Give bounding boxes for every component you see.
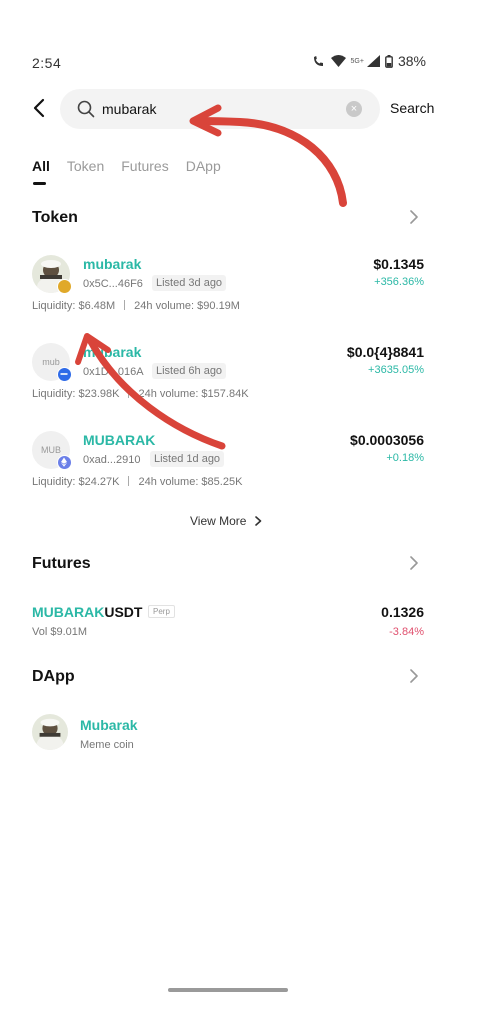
token-change: +0.18%: [386, 452, 424, 464]
futures-section-title: Futures: [32, 555, 91, 572]
view-more-button[interactable]: View More: [190, 514, 263, 528]
search-icon: [77, 100, 95, 118]
view-more-label: View More: [190, 514, 247, 528]
futures-change: -3.84%: [389, 626, 424, 638]
clear-icon[interactable]: ×: [346, 101, 362, 117]
ethereum-badge-icon: [57, 455, 72, 470]
token-liquidity: Liquidity: $6.48M: [32, 300, 116, 312]
tab-all[interactable]: All: [32, 158, 50, 185]
token-volume: 24h volume: $85.25K: [138, 476, 243, 488]
listed-badge: Listed 1d ago: [150, 451, 225, 467]
tab-dapp[interactable]: DApp: [186, 158, 221, 174]
token-price: $0.1345: [373, 256, 424, 272]
listed-badge: Listed 3d ago: [152, 275, 227, 291]
chain-badge-icon: [57, 367, 72, 382]
status-bar: 2:54 5G+ 38%: [0, 0, 484, 71]
token-stats: Liquidity: $23.98K 24h volume: $157.84K: [32, 388, 249, 400]
tab-futures[interactable]: Futures: [121, 158, 168, 174]
futures-pair-quote: USDT: [104, 604, 143, 620]
token-change: +356.36%: [374, 276, 424, 288]
perp-tag: Perp: [148, 605, 175, 618]
chevron-right-icon[interactable]: [408, 669, 420, 683]
status-icons: 5G+ 38%: [312, 53, 426, 69]
signal-icon: [366, 55, 380, 67]
dapp-name: Mubarak: [80, 717, 138, 733]
token-stats: Liquidity: $6.48M 24h volume: $90.19M: [32, 300, 240, 312]
token-row[interactable]: mub mubarak 0x1D...016A Listed 6h ago Li…: [0, 343, 484, 423]
token-row[interactable]: mubarak 0x5C...46F6 Listed 3d ago Liquid…: [0, 255, 484, 335]
token-name: MUBARAK: [83, 432, 156, 448]
futures-row[interactable]: MUBARAKUSDT Perp Vol $9.01M 0.1326 -3.84…: [0, 602, 484, 644]
token-stats: Liquidity: $24.27K 24h volume: $85.25K: [32, 476, 242, 488]
token-address: 0xad...2910: [83, 454, 141, 466]
category-tabs: All Token Futures DApp: [32, 158, 221, 185]
dapp-avatar: [32, 714, 68, 750]
search-input[interactable]: [102, 89, 332, 129]
token-liquidity: Liquidity: $23.98K: [32, 388, 120, 400]
network-type: 5G+: [350, 57, 364, 65]
token-name: mubarak: [83, 256, 142, 272]
dapp-section-title: DApp: [32, 668, 75, 685]
token-row[interactable]: MUB MUBARAK 0xad...2910 Listed 1d ago Li…: [0, 431, 484, 511]
search-bar: × Search: [0, 89, 484, 129]
token-address: 0x1D...016A: [83, 366, 144, 378]
token-name: mubarak: [83, 344, 142, 360]
tab-token[interactable]: Token: [67, 158, 104, 174]
search-field[interactable]: ×: [60, 89, 380, 129]
search-button[interactable]: Search: [390, 100, 434, 116]
chevron-right-icon[interactable]: [408, 210, 420, 224]
battery-level: 38%: [397, 53, 426, 69]
wifi-icon: [330, 55, 346, 67]
wifi-calling-icon: [313, 56, 323, 66]
token-liquidity: Liquidity: $24.27K: [32, 476, 120, 488]
token-price: $0.0{4}8841: [346, 344, 424, 360]
token-address: 0x5C...46F6: [83, 278, 143, 290]
futures-price: 0.1326: [381, 604, 424, 620]
back-arrow-icon[interactable]: [29, 97, 51, 119]
chevron-right-icon: [255, 516, 262, 526]
token-section-title: Token: [32, 209, 78, 226]
battery-icon: [385, 54, 393, 68]
futures-pair: MUBARAKUSDT: [32, 604, 142, 620]
token-volume: 24h volume: $90.19M: [134, 300, 240, 312]
dapp-description: Meme coin: [80, 739, 134, 751]
status-time: 2:54: [32, 55, 62, 71]
listed-badge: Listed 6h ago: [152, 363, 227, 379]
chevron-right-icon[interactable]: [408, 556, 420, 570]
home-indicator[interactable]: [168, 988, 288, 992]
token-change: +3635.05%: [368, 364, 424, 376]
token-volume: 24h volume: $157.84K: [138, 388, 249, 400]
dapp-row[interactable]: Mubarak Meme coin: [0, 714, 484, 754]
token-price: $0.0003056: [350, 432, 424, 448]
futures-volume: Vol $9.01M: [32, 626, 88, 638]
futures-pair-base: MUBARAK: [32, 604, 105, 620]
chain-badge-icon: [57, 279, 72, 294]
